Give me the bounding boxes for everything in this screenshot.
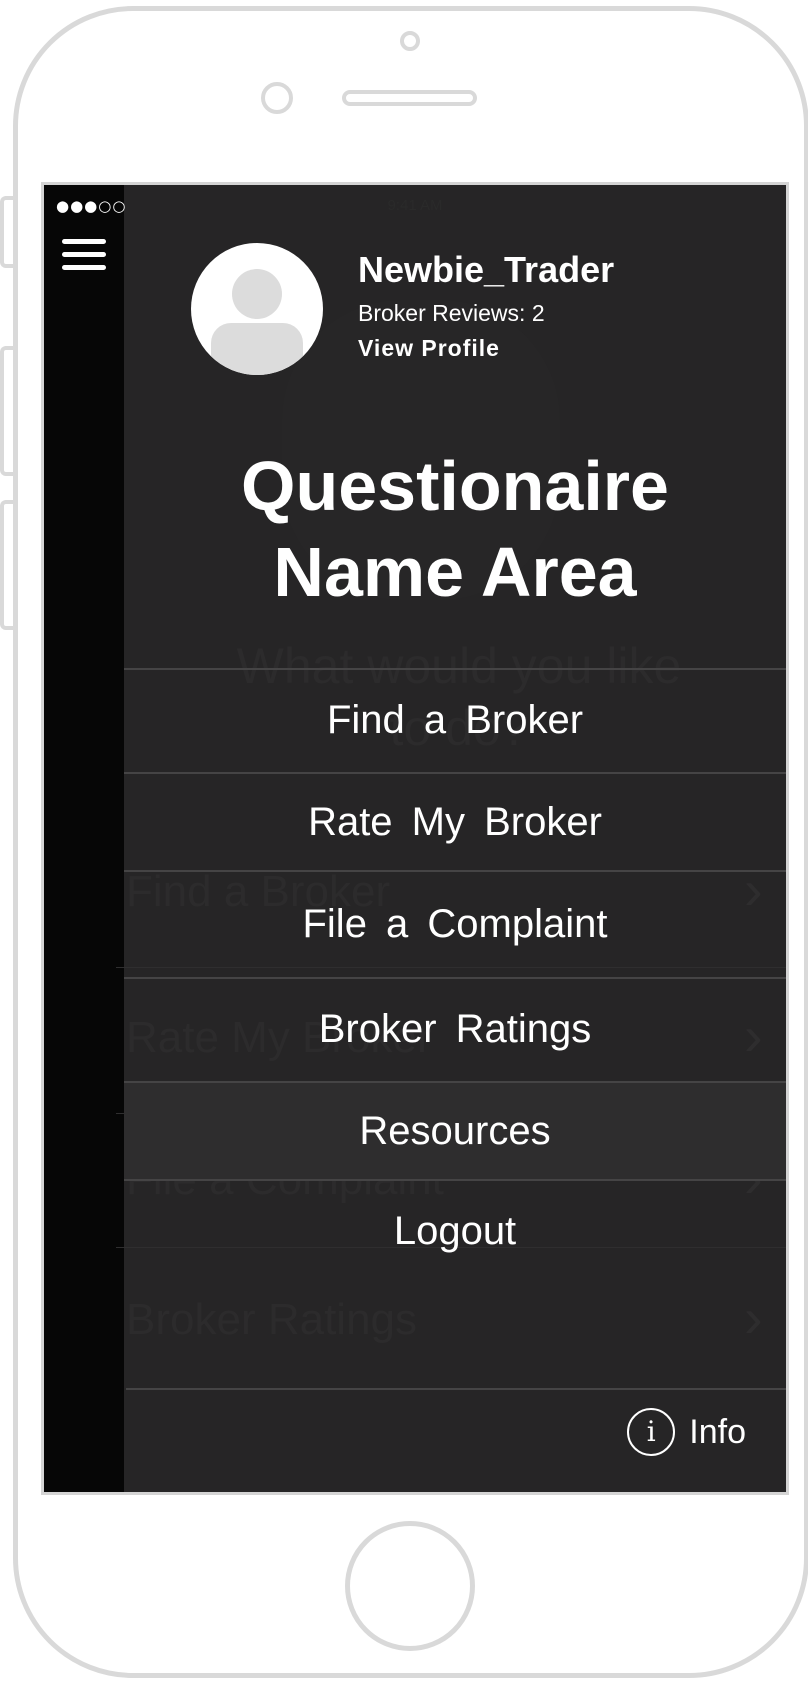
background-item: Broker Ratings [126, 1295, 418, 1344]
home-button[interactable] [345, 1521, 475, 1651]
menu-item-resources[interactable]: Resources [124, 1081, 786, 1181]
menu-item-logout[interactable]: Logout [124, 1181, 786, 1281]
chevron-right-icon: › [744, 1286, 763, 1349]
view-profile-link[interactable]: View Profile [358, 335, 500, 362]
title-line-2: Name Area [273, 533, 637, 611]
status-bar: ●●●○○ 9:41 AM [44, 185, 786, 223]
volume-down-button [0, 500, 13, 630]
user-avatar-icon[interactable] [191, 243, 323, 375]
menu-item-label: Find a Broker [326, 698, 584, 742]
username: Newbie_Trader [358, 249, 615, 290]
volume-up-button [0, 346, 13, 476]
title-line-1: Questionaire [241, 447, 669, 525]
phone-screen: What would you like to do? Find a Broker… [41, 182, 789, 1495]
menu-item-label: Resources [359, 1109, 551, 1153]
page-title: Questionaire Name Area [124, 443, 786, 615]
menu-item-find-a-broker[interactable]: Find a Broker [124, 668, 786, 772]
broker-reviews-count: Broker Reviews: 2 [358, 300, 545, 326]
info-circle-icon: i [627, 1408, 676, 1456]
menu-item-file-a-complaint[interactable]: File a Complaint [124, 870, 786, 977]
info-button[interactable]: i Info [627, 1407, 746, 1457]
hamburger-icon[interactable] [62, 239, 106, 273]
menu-item-rate-my-broker[interactable]: Rate My Broker [124, 772, 786, 870]
info-label: Info [689, 1412, 746, 1451]
front-camera [261, 82, 293, 114]
earpiece-speaker [342, 90, 477, 106]
status-time: 9:41 AM [387, 197, 443, 214]
menu-item-label: Broker Ratings [318, 1007, 592, 1051]
menu-item-label: File a Complaint [302, 902, 608, 946]
menu-item-broker-ratings[interactable]: Broker Ratings [124, 977, 786, 1081]
mute-switch [0, 196, 13, 268]
footer-divider [126, 1388, 786, 1390]
proximity-sensor [400, 31, 420, 51]
menu-item-label: Rate My Broker [308, 800, 602, 844]
menu-item-label: Logout [393, 1209, 517, 1253]
